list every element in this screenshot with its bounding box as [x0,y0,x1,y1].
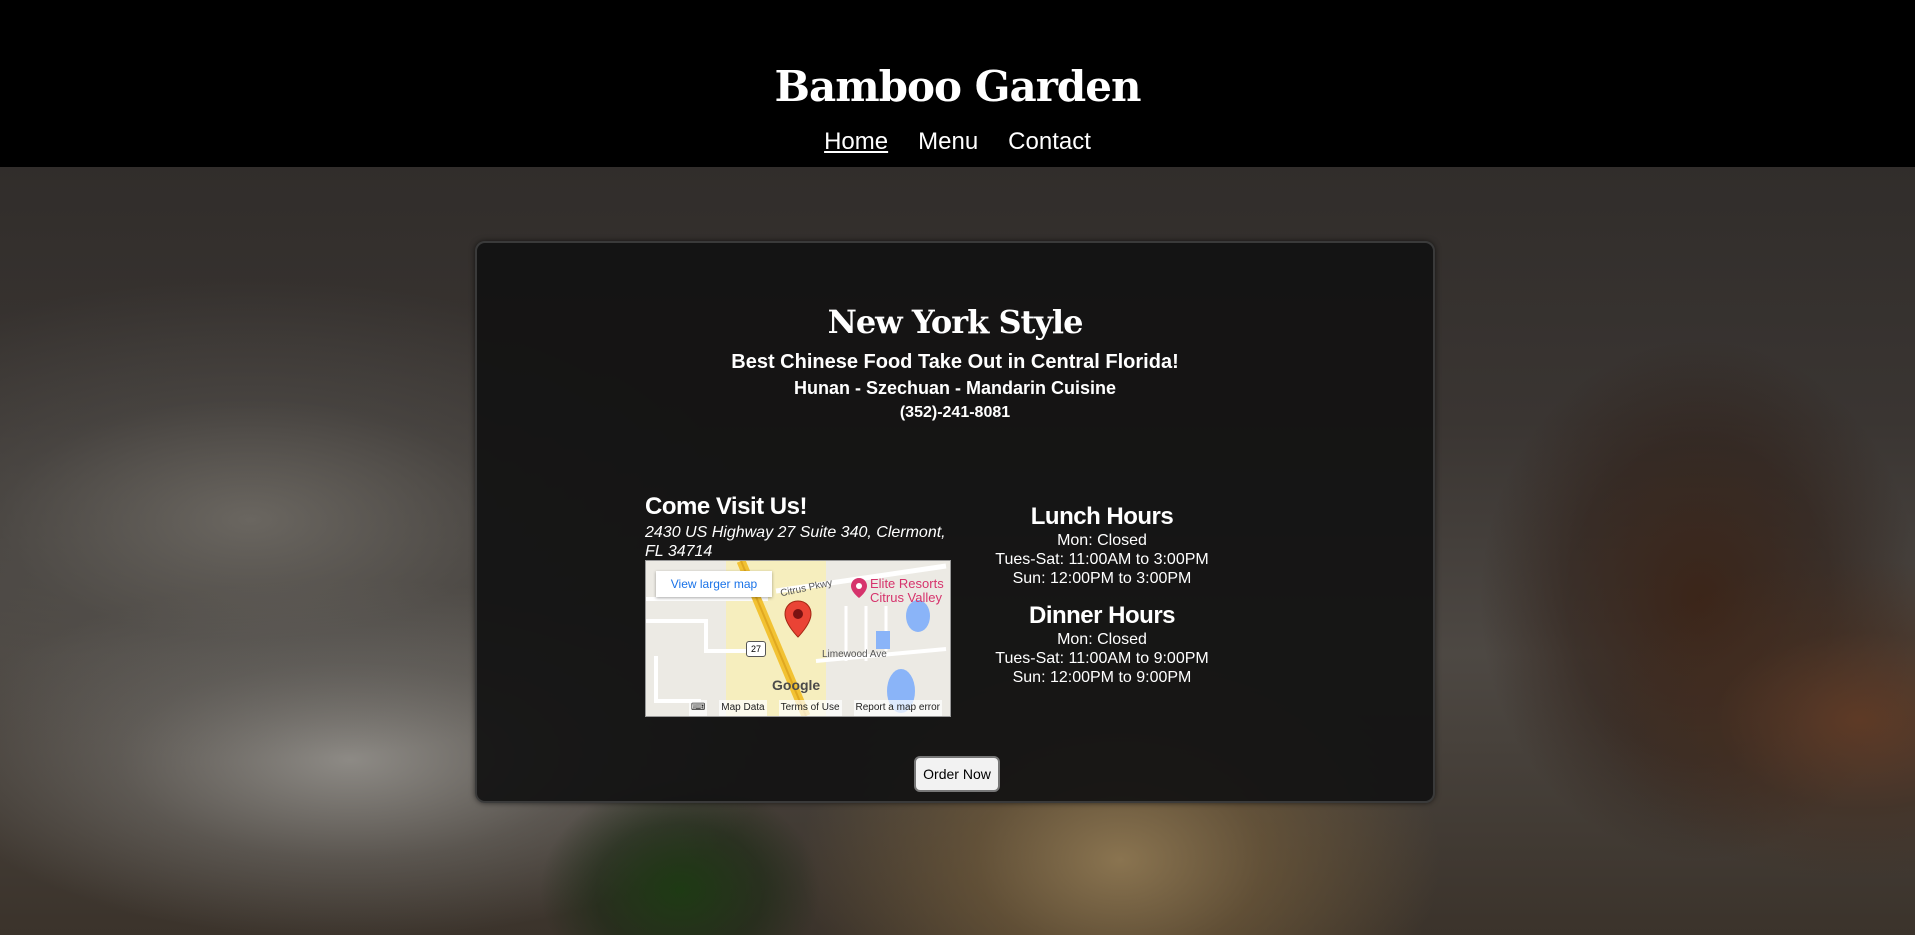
map-footer: ⌨ Map Data Terms of Use Report a map err… [646,700,950,716]
phone-number: (352)-241-8081 [899,404,1011,421]
keyboard-icon[interactable]: ⌨ [688,700,708,716]
lunch-hours-heading: Lunch Hours [1030,503,1174,530]
visit-section: Come Visit Us! 2430 US Highway 27 Suite … [645,493,955,717]
info-card: New York Style Best Chinese Food Take Ou… [475,241,1435,803]
route-shield-icon: 27 [746,641,766,657]
lunch-hours-block: Lunch Hours Mon: Closed Tues-Sat: 11:00A… [982,503,1222,588]
visit-heading: Come Visit Us! [645,493,807,520]
cuisine-text: Hunan - Szechuan - Mandarin Cuisine [793,378,1117,398]
report-map-error-link[interactable]: Report a map error [853,700,942,716]
dinner-hours-heading: Dinner Hours [1028,602,1176,629]
poi-marker-icon [851,578,867,598]
nav-contact[interactable]: Contact [1008,128,1091,156]
lunch-hours-line: Tues-Sat: 11:00AM to 3:00PM [995,551,1209,568]
site-header: Bamboo Garden Home Menu Contact [0,0,1915,167]
hours-section: Lunch Hours Mon: Closed Tues-Sat: 11:00A… [982,503,1222,687]
order-now-button[interactable]: Order Now [914,756,1000,792]
terms-of-use-link[interactable]: Terms of Use [778,700,842,716]
map-poi-line1: Elite Resorts [870,576,944,591]
lunch-hours-line: Sun: 12:00PM to 3:00PM [1012,570,1192,587]
street-label-limewood: Limewood Ave [822,649,887,660]
map-poi-line2: Citrus Valley [870,590,943,605]
map-data-link[interactable]: Map Data [719,700,767,716]
nav-home[interactable]: Home [824,128,888,156]
nav-menu[interactable]: Menu [918,128,978,156]
google-logo: Google [772,677,821,693]
map-poi-label[interactable]: Elite Resorts Citrus Valley [870,577,944,605]
address: 2430 US Highway 27 Suite 340, Clermont, … [645,524,946,560]
view-larger-map-link[interactable]: View larger map [656,571,772,597]
dinner-hours-line: Mon: Closed [1057,631,1147,648]
dinner-hours-line: Sun: 12:00PM to 9:00PM [1012,669,1192,686]
main-nav: Home Menu Contact [0,128,1915,156]
location-pin-icon [784,600,812,638]
lunch-hours-line: Mon: Closed [1057,532,1147,549]
hero-title: New York Style [827,303,1084,341]
embedded-map[interactable]: View larger map Elite Resorts Citrus Val… [645,560,951,717]
site-title[interactable]: Bamboo Garden [0,62,1915,111]
tagline: Best Chinese Food Take Out in Central Fl… [731,351,1179,373]
dinner-hours-block: Dinner Hours Mon: Closed Tues-Sat: 11:00… [982,602,1222,687]
dinner-hours-line: Tues-Sat: 11:00AM to 9:00PM [995,650,1209,667]
